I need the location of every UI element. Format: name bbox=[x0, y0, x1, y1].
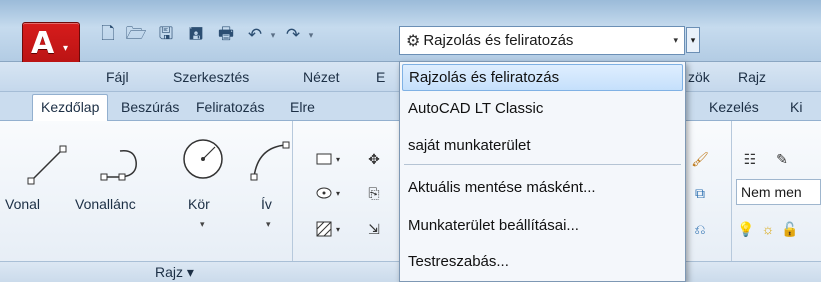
tab-kezdolap[interactable]: Kezdőlap bbox=[32, 94, 109, 122]
offset-icon[interactable]: ⎌ bbox=[688, 217, 712, 241]
tool-label-vonallanc[interactable]: Vonallánc bbox=[75, 196, 136, 212]
customize-quick-access-button[interactable]: ▾ bbox=[686, 27, 700, 53]
menu-item-partial[interactable]: E bbox=[376, 69, 385, 85]
redo-icon[interactable]: ↷ bbox=[281, 24, 305, 46]
arc-icon[interactable] bbox=[248, 139, 292, 183]
rectangle-tool[interactable]: ▾ bbox=[308, 147, 348, 171]
panel-title-rajz[interactable]: Rajz ▾ bbox=[155, 264, 194, 281]
panel-divider bbox=[731, 121, 732, 282]
workspace-option-settings[interactable]: Munkaterület beállításai... bbox=[402, 212, 683, 239]
gear-icon: ⚙ bbox=[406, 32, 421, 50]
tool-label-vonal[interactable]: Vonal bbox=[5, 196, 40, 212]
line-icon[interactable] bbox=[25, 143, 69, 187]
ellipse-icon bbox=[316, 187, 332, 199]
open-folder-icon[interactable]: 🗁 bbox=[124, 24, 148, 46]
chevron-down-icon: ▾ bbox=[335, 188, 340, 198]
rectangle-icon bbox=[316, 153, 332, 165]
save-as-icon[interactable]: 🖪 bbox=[184, 24, 208, 46]
layer-combo[interactable]: Nem men bbox=[736, 179, 821, 205]
workspace-option-save-as[interactable]: Aktuális mentése másként... bbox=[402, 174, 683, 201]
hatch-tool[interactable]: ▾ bbox=[308, 217, 348, 241]
menu-item-fajl[interactable]: Fájl bbox=[106, 69, 129, 85]
save-icon[interactable]: 🖫 bbox=[154, 24, 178, 46]
chevron-down-icon: ▾ bbox=[63, 43, 69, 54]
tab-elrendezes[interactable]: Elre bbox=[290, 99, 315, 115]
array-icon[interactable]: ⧉ bbox=[688, 181, 712, 205]
ellipse-tool[interactable]: ▾ bbox=[308, 181, 348, 205]
menu-separator bbox=[404, 164, 681, 165]
stretch-icon[interactable]: ⇲ bbox=[364, 217, 384, 241]
move-icon[interactable]: ✥ bbox=[364, 147, 384, 171]
layer-combo-value: Nem men bbox=[741, 184, 802, 200]
new-file-icon[interactable]: 🗋 bbox=[96, 24, 120, 46]
tool-label-kor[interactable]: Kör bbox=[188, 196, 210, 212]
tab-kezeles[interactable]: Kezelés bbox=[709, 99, 759, 115]
chevron-down-icon[interactable]: ▾ bbox=[266, 219, 271, 230]
tab-kimenet[interactable]: Ki bbox=[790, 99, 802, 115]
lock-icon[interactable]: 🔓 bbox=[780, 217, 800, 241]
menu-item-eszkozok[interactable]: zök bbox=[688, 69, 710, 85]
tab-beszuras[interactable]: Beszúrás bbox=[121, 99, 179, 115]
circle-icon[interactable] bbox=[181, 137, 225, 181]
menu-item-nezet[interactable]: Nézet bbox=[303, 69, 340, 85]
workspace-current-label: Rajzolás és feliratozás bbox=[423, 32, 574, 49]
tool-label-iv[interactable]: Ív bbox=[261, 196, 272, 212]
hatch-icon bbox=[316, 221, 332, 237]
chevron-down-icon[interactable]: ▾ bbox=[200, 219, 205, 230]
workspace-option-sajat[interactable]: saját munkaterület bbox=[402, 132, 683, 159]
chevron-down-icon: ▾ bbox=[335, 154, 340, 164]
chevron-down-icon: ▾ bbox=[186, 264, 194, 280]
layer-properties-icon[interactable]: ☷ bbox=[738, 147, 762, 171]
copy-icon[interactable]: ⎘ bbox=[364, 181, 384, 205]
tab-feliratozas[interactable]: Feliratozás bbox=[196, 99, 264, 115]
menu-item-szerkesztes[interactable]: Szerkesztés bbox=[173, 69, 249, 85]
redo-dropdown-icon[interactable]: ▾ bbox=[305, 24, 317, 46]
layer-state-icon[interactable]: ✎ bbox=[770, 147, 794, 171]
undo-dropdown-icon[interactable]: ▾ bbox=[267, 24, 279, 46]
match-properties-icon[interactable]: 🖌 bbox=[688, 147, 712, 171]
workspace-option-customize[interactable]: Testreszabás... bbox=[402, 248, 683, 275]
chevron-down-icon: ▾ bbox=[335, 224, 340, 234]
workspace-option-classic[interactable]: AutoCAD LT Classic bbox=[402, 95, 683, 122]
workspace-option-rajzolas[interactable]: Rajzolás és feliratozás bbox=[402, 64, 683, 91]
workspace-selector[interactable]: ⚙ Rajzolás és feliratozás ▾ bbox=[399, 26, 685, 55]
undo-icon[interactable]: ↶ bbox=[243, 24, 267, 46]
print-icon[interactable]: 🖶 bbox=[214, 24, 238, 46]
bulb-icon[interactable]: 💡 bbox=[736, 217, 756, 241]
title-bar: A ▾ LT 🗋 🗁 🖫 🖪 🖶 ↶ ▾ ↷ ▾ ⚙ Rajzolás és f… bbox=[0, 0, 821, 92]
autocad-logo-icon: A bbox=[31, 26, 55, 61]
sun-icon[interactable]: ☼ bbox=[758, 217, 778, 241]
workspace-dropdown-menu: Rajzolás és feliratozás AutoCAD LT Class… bbox=[399, 61, 686, 282]
menu-item-rajz[interactable]: Rajz bbox=[738, 69, 766, 85]
panel-divider bbox=[292, 121, 293, 282]
chevron-down-icon: ▾ bbox=[673, 35, 678, 45]
polyline-icon[interactable] bbox=[98, 141, 142, 185]
